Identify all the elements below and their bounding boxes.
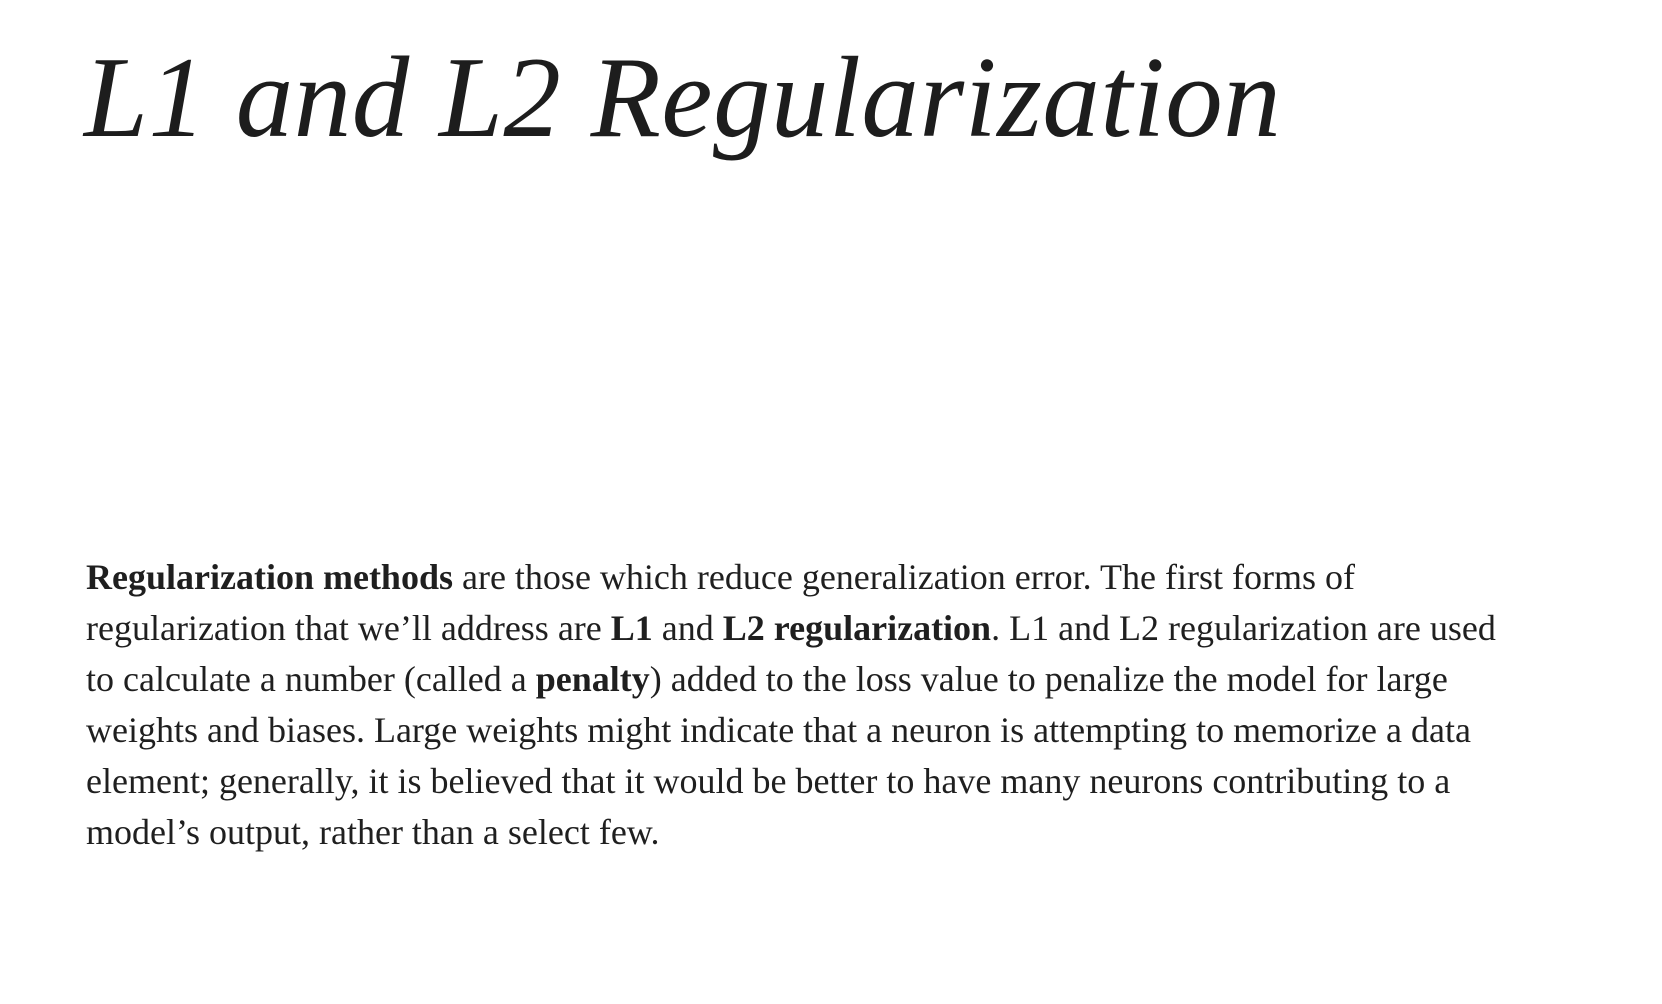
body-paragraph: Regularization methods are those which r… <box>86 552 1626 858</box>
paragraph-text: . L1 and L2 regularization are used <box>991 608 1496 648</box>
paragraph-line-4: weights and biases. Large weights might … <box>86 705 1626 756</box>
paragraph-line-1: Regularization methods are those which r… <box>86 552 1626 603</box>
paragraph-text: element; generally, it is believed that … <box>86 761 1451 801</box>
bold-term-penalty: penalty <box>535 659 650 699</box>
page-title: L1 and L2 Regularization <box>84 34 1282 161</box>
paragraph-line-5: element; generally, it is believed that … <box>86 756 1626 807</box>
paragraph-text: ) added to the loss value to penalize th… <box>649 659 1448 699</box>
paragraph-text: are those which reduce generalization er… <box>452 557 1355 597</box>
bold-term-l1: L1 <box>610 608 653 648</box>
bold-term-regularization-methods: Regularization methods <box>86 557 453 597</box>
paragraph-text: and <box>652 608 723 648</box>
document-page: L1 and L2 Regularization Regularization … <box>0 0 1662 1004</box>
paragraph-text: model’s output, rather than a select few… <box>86 812 660 852</box>
paragraph-line-3: to calculate a number (called a penalty)… <box>86 654 1626 705</box>
paragraph-line-6: model’s output, rather than a select few… <box>86 807 1626 858</box>
paragraph-text: regularization that we’ll address are <box>86 608 611 648</box>
paragraph-text: weights and biases. Large weights might … <box>86 710 1471 750</box>
paragraph-line-2: regularization that we’ll address are L1… <box>86 603 1626 654</box>
paragraph-text: to calculate a number (called a <box>86 659 536 699</box>
bold-term-l2-regularization: L2 regularization <box>722 608 992 648</box>
